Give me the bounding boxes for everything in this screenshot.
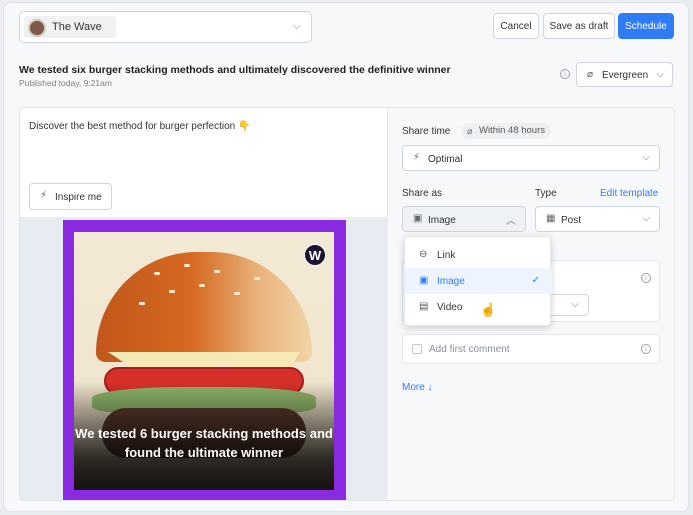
chevron-up-icon: ︿: [506, 216, 516, 227]
schedule-button[interactable]: Schedule: [618, 13, 674, 39]
grid-icon: ▦: [546, 213, 556, 224]
check-icon: ✓: [531, 275, 540, 286]
evergreen-selector[interactable]: ⌀ Evergreen ⌵: [576, 62, 673, 87]
optimal-label: Optimal: [428, 154, 463, 165]
video-icon: ▤: [419, 301, 429, 312]
type-label: Type: [535, 188, 557, 199]
hidden-small-selector[interactable]: ⌵: [547, 294, 589, 316]
post-caption[interactable]: Discover the best method for burger perf…: [29, 121, 250, 132]
evergreen-label: Evergreen: [602, 70, 649, 81]
seed: [169, 290, 175, 293]
leaf-icon: ⌀: [587, 69, 594, 80]
seed: [184, 264, 190, 267]
menu-item-link[interactable]: ⊖ Link: [405, 242, 552, 268]
seed: [234, 292, 240, 295]
seed: [254, 277, 260, 280]
chevron-down-icon: ⌵: [642, 152, 650, 163]
post-panel: Discover the best method for burger perf…: [19, 107, 675, 501]
share-as-label: Share as: [402, 188, 443, 199]
post-headline: We tested six burger stacking methods an…: [19, 64, 451, 76]
image-overlay-text: We tested 6 burger stacking methods and …: [75, 426, 333, 460]
share-as-value: Image: [428, 215, 456, 226]
channel-selector[interactable]: The Wave ⌵: [19, 11, 312, 43]
bun-top: [96, 252, 312, 362]
seed: [139, 302, 145, 305]
image-icon: ▣: [413, 213, 423, 224]
chevron-down-icon: ⌵: [656, 69, 664, 80]
first-comment-box[interactable]: Add first comment i: [402, 334, 660, 364]
cancel-button[interactable]: Cancel: [493, 13, 539, 39]
type-selector[interactable]: ▦ Post ⌵: [535, 206, 660, 232]
seed: [199, 284, 205, 287]
chevron-down-icon: ⌵: [292, 20, 301, 32]
inspire-me-label: Inspire me: [55, 192, 102, 203]
first-comment-checkbox[interactable]: [412, 344, 422, 354]
chevron-down-icon: ⌵: [642, 213, 650, 224]
first-comment-placeholder: Add first comment: [429, 344, 510, 355]
seed: [214, 270, 220, 273]
share-as-selector[interactable]: ▣ Image ︿: [402, 206, 526, 232]
bolt-icon: ⚡︎: [40, 190, 48, 201]
info-icon[interactable]: i: [560, 69, 570, 79]
brand-logo: W: [304, 244, 326, 266]
bolt-icon: ⚡︎: [413, 152, 421, 163]
info-icon[interactable]: i: [641, 273, 651, 283]
menu-item-label: Link: [437, 250, 456, 261]
channel-avatar: [28, 19, 46, 37]
menu-item-image[interactable]: ▣ Image ✓: [405, 268, 552, 294]
link-icon: ⊖: [419, 249, 428, 260]
share-time-badge: ⌀ Within 48 hours: [461, 123, 552, 139]
pointer-cursor-icon: ☝: [480, 302, 497, 317]
share-as-dropdown: ⊖ Link ▣ Image ✓ ▤ Video: [404, 236, 552, 326]
leaf-icon: ⌀: [467, 126, 473, 136]
inspire-me-button[interactable]: ⚡︎ Inspire me: [29, 183, 112, 210]
chevron-down-icon: ⌵: [571, 299, 579, 310]
edit-template-link[interactable]: Edit template: [600, 188, 658, 199]
channel-name: The Wave: [52, 21, 102, 33]
menu-item-label: Image: [437, 276, 465, 287]
optimal-selector[interactable]: ⚡︎ Optimal ⌵: [402, 145, 660, 171]
preview-pane: Discover the best method for burger perf…: [20, 108, 388, 500]
share-time-badge-text: Within 48 hours: [479, 125, 546, 136]
published-time: Published today, 9:21am: [19, 78, 112, 88]
info-icon[interactable]: i: [641, 344, 651, 354]
burger-image: We tested 6 burger stacking methods and …: [74, 232, 334, 490]
composer-window: The Wave ⌵ Cancel Save as draft Schedule…: [3, 2, 689, 512]
menu-item-video[interactable]: ▤ Video: [405, 294, 552, 320]
share-time-label: Share time: [402, 126, 451, 137]
more-options-link[interactable]: More ↓: [402, 382, 433, 393]
seed: [154, 272, 160, 275]
save-draft-button[interactable]: Save as draft: [543, 13, 615, 39]
image-icon: ▣: [419, 275, 429, 286]
type-value: Post: [561, 215, 582, 226]
menu-item-label: Video: [437, 302, 463, 313]
